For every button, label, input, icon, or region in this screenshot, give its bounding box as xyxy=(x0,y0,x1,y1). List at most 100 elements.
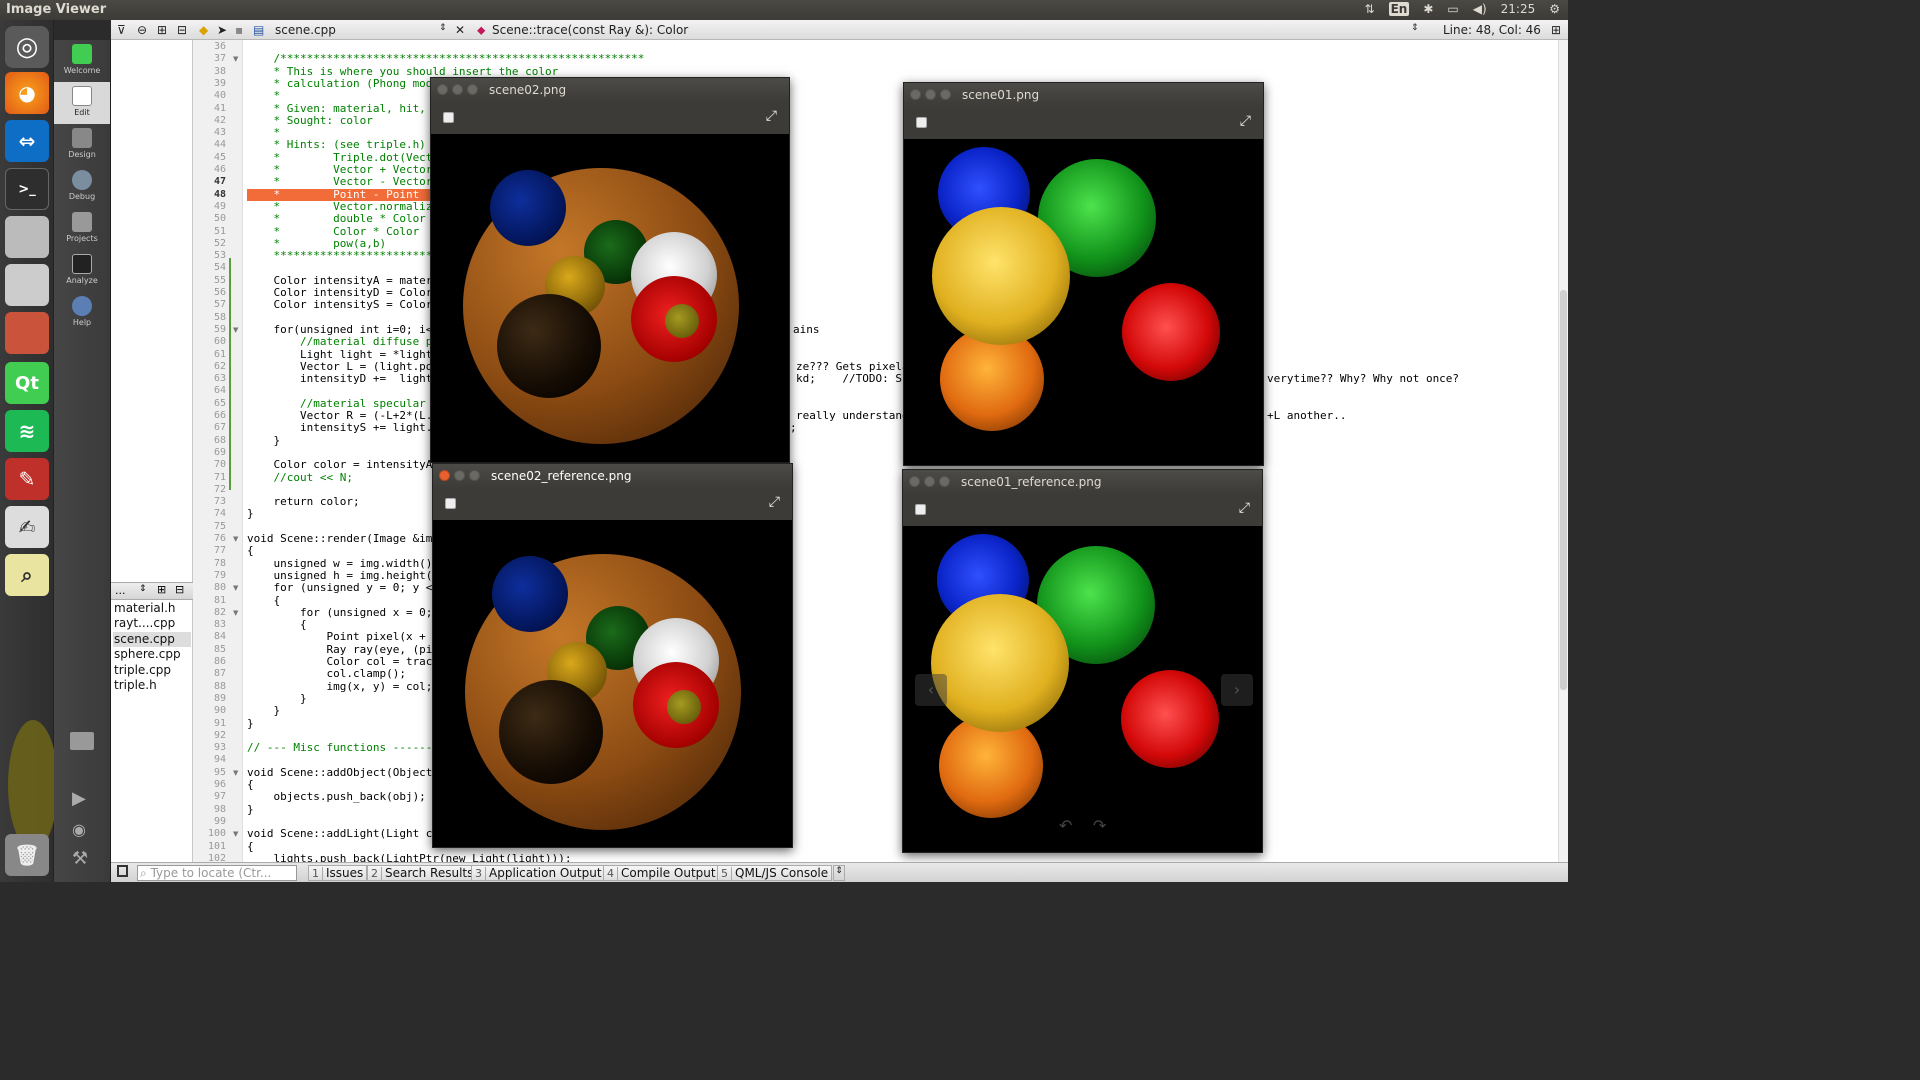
mode-projects[interactable]: Projects xyxy=(54,208,110,250)
image-viewer-icon[interactable]: ⌕ xyxy=(5,554,49,596)
code-line[interactable]: lights.push_back(LightPtr(new Light(ligh… xyxy=(247,852,571,862)
window-titlebar[interactable]: scene02.png xyxy=(431,78,789,102)
code-fragment[interactable]: ains xyxy=(793,323,820,336)
fold-marker-icon[interactable]: ▼ xyxy=(233,326,238,334)
code-line[interactable]: for (unsigned y = 0; y < xyxy=(247,582,432,594)
code-line[interactable]: { xyxy=(247,545,254,557)
filter-icon[interactable]: ⊽ xyxy=(117,23,126,37)
minimize-button[interactable] xyxy=(925,89,936,100)
code-line[interactable]: col.clamp(); xyxy=(247,668,405,680)
link-icon[interactable]: ⊖ xyxy=(137,23,147,37)
file-item-selected[interactable]: scene.cpp xyxy=(113,632,191,647)
kit-selector-icon[interactable] xyxy=(70,732,94,750)
cursor-position[interactable]: Line: 48, Col: 46 xyxy=(1443,23,1541,37)
dash-icon[interactable]: ◎ xyxy=(5,26,49,68)
code-line[interactable]: unsigned h = img.height() xyxy=(247,569,439,582)
tab-issues[interactable]: 1 Issues xyxy=(308,865,368,881)
code-fragment[interactable]: really understand xyxy=(796,410,909,422)
code-line[interactable]: for(unsigned int i=0; i<l xyxy=(247,323,439,336)
minimize-button[interactable] xyxy=(924,476,935,487)
add-icon[interactable] xyxy=(915,504,926,515)
code-line[interactable]: intensityS += light.c xyxy=(247,422,439,434)
code-line[interactable]: { xyxy=(247,779,254,791)
fold-marker-icon[interactable]: ▼ xyxy=(233,769,238,777)
code-line[interactable]: } xyxy=(247,717,254,730)
code-line[interactable]: //cout << N; xyxy=(247,471,352,484)
mode-welcome[interactable]: Welcome xyxy=(54,40,110,82)
code-line[interactable]: Ray ray(eye, (pix xyxy=(247,643,439,656)
code-line[interactable]: * xyxy=(247,90,280,102)
minimize-button[interactable] xyxy=(454,470,465,481)
code-line[interactable]: Color intensityS = Color( xyxy=(247,299,439,311)
split-icon[interactable]: ⊞ xyxy=(157,583,166,596)
code-line[interactable]: * Given: material, hit, N xyxy=(247,102,439,115)
mode-help[interactable]: Help xyxy=(54,292,110,334)
file-item[interactable]: triple.cpp xyxy=(113,663,191,678)
code-line[interactable]: for (unsigned x = 0; xyxy=(247,606,432,619)
code-line[interactable]: * calculation (Phong mode xyxy=(247,77,439,90)
build-icon[interactable]: ⚒ xyxy=(72,848,88,869)
drive-icon[interactable] xyxy=(5,216,49,258)
code-line[interactable]: Vector L = (light.pos xyxy=(247,360,439,373)
code-line[interactable]: void Scene::addLight(Light co xyxy=(247,828,439,840)
image-window-scene01-reference[interactable]: scene01_reference.png ⤢ ‹ › ↶ ↷ xyxy=(902,469,1263,853)
mode-debug[interactable]: Debug xyxy=(54,166,110,208)
fullscreen-icon[interactable]: ⤢ xyxy=(1239,500,1250,516)
code-line[interactable]: * pow(a,b) xyxy=(247,237,386,250)
image-window-scene02-reference[interactable]: scene02_reference.png ⤢ xyxy=(432,463,793,848)
code-line[interactable]: } xyxy=(247,705,280,717)
image-window-scene02[interactable]: scene02.png ⤢ xyxy=(430,77,790,463)
image-window-scene01[interactable]: scene01.png ⤢ xyxy=(903,82,1264,466)
mode-design[interactable]: Design xyxy=(54,124,110,166)
add-icon[interactable] xyxy=(916,117,927,128)
vertical-scrollbar[interactable] xyxy=(1558,40,1568,862)
code-line[interactable]: Point pixel(x + 0 xyxy=(247,631,439,643)
code-line[interactable]: Color col = trace xyxy=(247,656,439,668)
run-icon[interactable]: ▶ xyxy=(72,788,86,809)
code-line[interactable]: void Scene::render(Image &img xyxy=(247,533,439,545)
code-line[interactable]: * Color * Color xyxy=(247,225,419,238)
text-editor-icon[interactable]: ✍ xyxy=(5,506,49,548)
function-combo[interactable]: Scene::trace(const Ray &): Color xyxy=(492,23,688,37)
code-line[interactable]: img(x, y) = col; xyxy=(247,680,432,693)
combo-arrows-icon[interactable]: ⇕ xyxy=(439,23,447,33)
fold-marker-icon[interactable]: ▼ xyxy=(233,830,238,838)
volume-icon[interactable]: ◀) xyxy=(1473,2,1487,16)
code-line[interactable]: } xyxy=(247,434,280,447)
add-icon[interactable] xyxy=(443,112,454,123)
code-line[interactable]: // --- Misc functions ------- xyxy=(247,742,439,754)
scroll-thumb[interactable] xyxy=(1560,290,1567,690)
terminal-icon[interactable]: >_ xyxy=(5,168,49,210)
keyboard-indicator[interactable]: En xyxy=(1388,2,1410,16)
window-titlebar[interactable]: scene01.png xyxy=(904,83,1263,107)
mode-edit[interactable]: Edit xyxy=(54,82,110,124)
locator-box[interactable]: ⌕ Type to locate (Ctr... xyxy=(137,865,297,881)
close-sidebar-icon[interactable]: ⊟ xyxy=(177,23,187,37)
file-item[interactable]: material.h xyxy=(113,601,191,616)
open-documents-combo[interactable]: ... xyxy=(115,584,126,597)
mode-analyze[interactable]: Analyze xyxy=(54,250,110,292)
toggle-sidebar-icon[interactable] xyxy=(117,865,128,877)
debug-run-icon[interactable]: ◉ xyxy=(72,820,86,839)
code-line[interactable]: /***************************************… xyxy=(247,53,644,65)
code-fragment[interactable]: verytime?? Why? Why not once? xyxy=(1267,373,1459,385)
back-arrow-icon[interactable]: ◆ xyxy=(199,23,208,37)
clock[interactable]: 21:25 xyxy=(1501,2,1536,16)
combo-arrows-icon[interactable]: ⇕ xyxy=(139,584,147,594)
code-line[interactable]: Color intensityD = Color( xyxy=(247,287,439,299)
fold-marker-icon[interactable]: ▼ xyxy=(233,55,238,63)
split-editor-icon[interactable]: ⊞ xyxy=(1551,23,1561,37)
code-line[interactable]: intensityD += light. xyxy=(247,373,439,385)
tab-search-results[interactable]: 2 Search Results xyxy=(367,865,478,881)
maximize-button[interactable] xyxy=(940,89,951,100)
tab-compile-output[interactable]: 4 Compile Output xyxy=(603,865,720,881)
file-item[interactable]: triple.h xyxy=(113,678,191,693)
code-line[interactable]: * double * Color xyxy=(247,213,425,225)
code-line[interactable]: * Vector - Vector xyxy=(247,176,432,188)
code-line[interactable]: } xyxy=(247,508,254,520)
close-file-icon[interactable]: ✕ xyxy=(455,23,465,37)
spotify-icon[interactable]: ≋ xyxy=(5,410,49,452)
firefox-icon[interactable]: ◕ xyxy=(5,72,49,114)
close-button[interactable] xyxy=(437,84,448,95)
code-line[interactable]: Color intensityA = materi xyxy=(247,274,439,287)
